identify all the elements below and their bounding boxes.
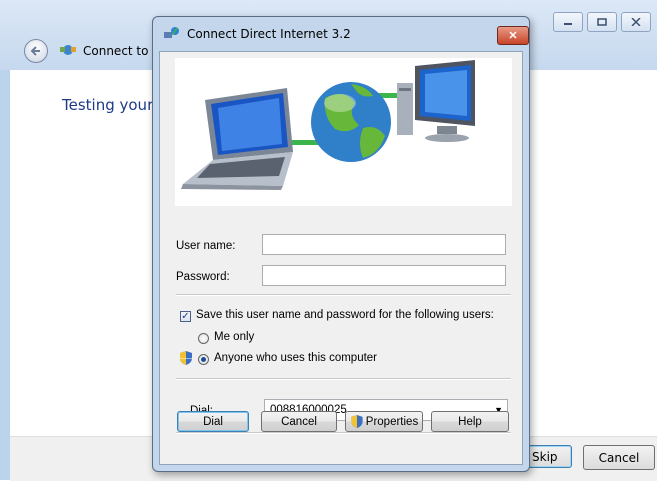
me-only-label: Me only <box>214 331 255 343</box>
dialog-body: User name: Password: ✓ Save this user na… <box>159 51 523 465</box>
minimize-button[interactable] <box>553 12 583 32</box>
separator <box>176 432 511 434</box>
cancel-button[interactable]: Cancel <box>261 411 337 432</box>
save-credentials-checkbox[interactable]: ✓ <box>180 311 191 322</box>
cancel-button-label: Cancel <box>281 415 317 428</box>
anyone-radio[interactable] <box>198 354 209 365</box>
dial-button[interactable]: Dial <box>177 411 249 432</box>
close-button[interactable] <box>621 12 651 32</box>
window-controls <box>553 12 651 32</box>
password-field[interactable] <box>262 265 506 286</box>
network-illustration <box>175 58 512 206</box>
dial-button-label: Dial <box>203 415 223 428</box>
properties-button-label: Properties <box>365 415 419 428</box>
network-icon <box>60 45 76 55</box>
minimize-icon <box>564 23 572 25</box>
back-arrow-icon <box>30 46 40 56</box>
maximize-button[interactable] <box>587 12 617 32</box>
skip-button[interactable]: Skip <box>525 445 572 468</box>
dialup-icon <box>164 27 179 38</box>
uac-shield-icon <box>180 351 192 365</box>
properties-button[interactable]: Properties <box>345 411 423 432</box>
wizard-title: Connect to t <box>83 44 157 58</box>
close-icon: ✕ <box>508 30 518 42</box>
dialog-close-button[interactable]: ✕ <box>497 26 529 45</box>
dialog-titlebar[interactable]: Connect Direct Internet 3.2 ✕ <box>153 17 529 51</box>
connect-dialog: Connect Direct Internet 3.2 ✕ User name:… <box>152 16 530 472</box>
separator <box>176 294 511 296</box>
help-button-label: Help <box>458 415 482 428</box>
anyone-label: Anyone who uses this computer <box>214 352 378 364</box>
username-label: User name: <box>176 240 236 252</box>
password-label: Password: <box>176 271 230 283</box>
help-button[interactable]: Help <box>431 411 509 432</box>
back-button[interactable] <box>24 39 48 63</box>
me-only-radio[interactable] <box>198 333 209 344</box>
uac-shield-icon <box>351 414 363 429</box>
dialog-title: Connect Direct Internet 3.2 <box>187 27 351 41</box>
username-field[interactable] <box>262 234 506 255</box>
maximize-icon <box>597 18 607 26</box>
close-icon <box>631 18 641 26</box>
wizard-cancel-button[interactable]: Cancel <box>583 445 655 470</box>
globe-icon <box>311 82 391 162</box>
wizard-heading: Testing your <box>62 96 154 114</box>
separator <box>176 378 511 380</box>
save-credentials-label: Save this user name and password for the… <box>196 309 494 321</box>
